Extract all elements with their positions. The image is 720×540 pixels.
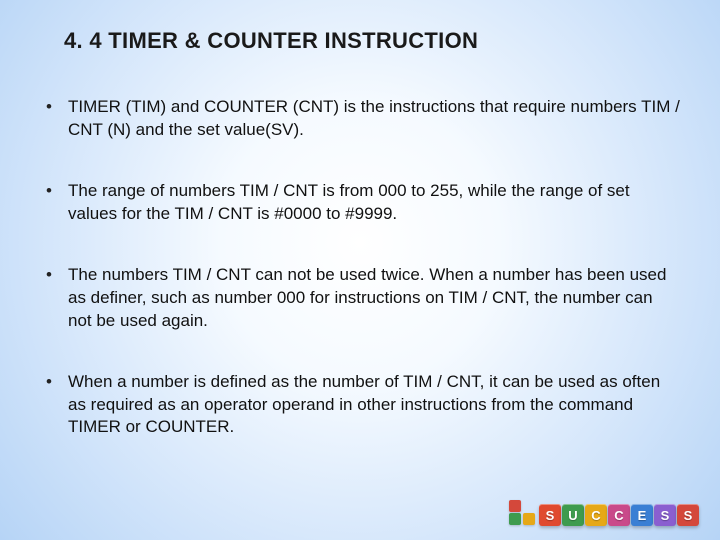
letter-block: E: [631, 504, 653, 526]
letter-block: C: [585, 504, 607, 526]
slide-title: 4. 4 TIMER & COUNTER INSTRUCTION: [64, 28, 478, 54]
letter-block: C: [608, 504, 630, 526]
letter-block: S: [539, 504, 561, 526]
bullet-item: The numbers TIM / CNT can not be used tw…: [40, 264, 680, 333]
decorative-block-stack: [508, 500, 536, 526]
small-block-icon: [509, 500, 521, 512]
bullet-list: TIMER (TIM) and COUNTER (CNT) is the ins…: [40, 96, 680, 439]
letter-block: S: [677, 504, 699, 526]
bullet-item: When a number is defined as the number o…: [40, 371, 680, 440]
letter-block-row: S U C C E S S: [539, 504, 700, 526]
bullet-item: The range of numbers TIM / CNT is from 0…: [40, 180, 680, 226]
bullet-item: TIMER (TIM) and COUNTER (CNT) is the ins…: [40, 96, 680, 142]
success-blocks-graphic: S U C C E S S: [508, 468, 700, 526]
content-area: TIMER (TIM) and COUNTER (CNT) is the ins…: [40, 96, 680, 477]
letter-block: U: [562, 504, 584, 526]
slide: 4. 4 TIMER & COUNTER INSTRUCTION TIMER (…: [0, 0, 720, 540]
letter-block: S: [654, 504, 676, 526]
small-block-icon: [523, 513, 535, 525]
small-block-icon: [509, 513, 521, 525]
